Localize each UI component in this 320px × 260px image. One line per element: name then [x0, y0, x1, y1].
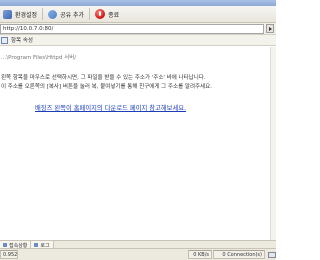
add-share-button[interactable]: 공유 추가	[45, 7, 87, 21]
status-bar: 0.952 0 KB/s 0 Connection(s)	[0, 248, 276, 260]
log-icon	[34, 243, 39, 247]
status-speed: 0 KB/s	[188, 250, 212, 259]
info-text-1: 왼쪽 항목을 마우스로 선택하시면, 그 파일을 받을 수 있는 주소가 '주소…	[1, 75, 206, 81]
info-text-2: 이 주소를 오른쪽의 [복사] 버튼을 눌러 복, 붙여넣기를 통해 친구에게 …	[1, 84, 212, 90]
properties-icon[interactable]	[1, 36, 8, 44]
add-share-label: 공유 추가	[60, 11, 85, 19]
current-path: ...\Program Files\Httpd 서버/	[1, 55, 77, 61]
share-icon	[48, 9, 58, 19]
settings-button[interactable]: 환경설정	[0, 7, 40, 21]
go-button[interactable]	[266, 24, 274, 33]
homepage-link[interactable]: 배징즈 왼쪽이 홈페이지의 다운로드 페이지 참고해보세요.	[35, 103, 186, 112]
toolbar-separator	[89, 8, 91, 20]
status-version: 0.952	[0, 250, 18, 259]
settings-label: 환경설정	[15, 11, 38, 19]
network-icon	[268, 251, 276, 258]
status-spacer	[19, 250, 188, 259]
address-bar: http://10.0.7.0:80/	[0, 23, 276, 35]
toolbar: 환경설정 공유 추가 종료	[0, 6, 276, 23]
attribute-bar: 항목 속성	[0, 35, 276, 46]
address-input[interactable]: http://10.0.7.0:80/	[0, 23, 264, 34]
power-icon	[95, 9, 106, 19]
settings-icon	[3, 9, 12, 19]
vertical-scrollbar[interactable]	[270, 47, 276, 240]
exit-button[interactable]: 종료	[92, 7, 122, 21]
exit-label: 종료	[108, 11, 120, 19]
bottom-tab-bar: 접속상황 로그	[0, 240, 276, 249]
status-connections: 0 Connection(s)	[213, 250, 265, 259]
attribute-label: 항목 속성	[11, 38, 33, 44]
connection-icon	[3, 243, 7, 247]
toolbar-separator	[42, 8, 44, 20]
content-pane: ...\Program Files\Httpd 서버/ 왼쪽 항목을 마우스로 …	[0, 47, 276, 240]
